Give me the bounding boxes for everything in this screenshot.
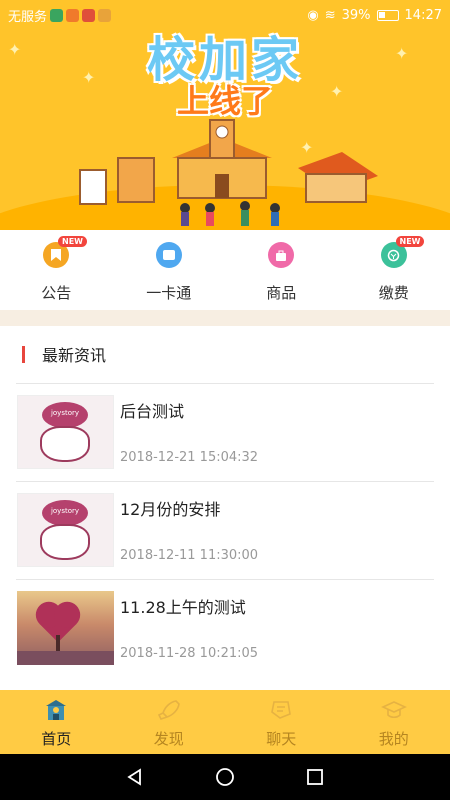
list-item[interactable]: 11.28上午的测试 2018-11-28 10:21:05 — [16, 579, 434, 677]
list-item[interactable]: joystory 12月份的安排 2018-12-11 11:30:00 — [16, 481, 434, 579]
home-icon[interactable] — [215, 767, 235, 787]
bottom-tab-bar: 首页 发现 聊天 我的 — [0, 690, 450, 754]
news-date: 2018-11-28 10:21:05 — [120, 646, 259, 661]
list-item[interactable]: joystory 后台测试 2018-12-21 15:04:32 — [16, 383, 434, 481]
quick-nav-card[interactable]: 一卡通 — [113, 230, 226, 310]
clock: 14:27 — [404, 7, 442, 23]
section-accent-bar — [22, 345, 25, 363]
system-nav-bar — [0, 754, 450, 800]
tab-label: 发现 — [153, 730, 184, 748]
shield-icon — [50, 8, 64, 22]
shopping-bag-icon — [268, 242, 295, 268]
tab-chat[interactable]: 聊天 — [225, 690, 338, 754]
quick-nav: NEW 公告 一卡通 商品 NEW 缴费 — [0, 230, 450, 310]
quick-nav-payment[interactable]: NEW 缴费 — [338, 230, 450, 310]
news-title: 12月份的安排 — [120, 500, 221, 519]
news-section-title: 最新资讯 — [42, 346, 107, 365]
back-icon[interactable] — [125, 767, 145, 787]
app-notification-icon — [82, 8, 96, 22]
graduation-cap-icon — [380, 701, 407, 719]
news-date: 2018-12-21 15:04:32 — [120, 450, 259, 465]
thumbnail-logo-text: joystory — [50, 409, 80, 417]
quick-nav-announcement[interactable]: NEW 公告 — [0, 230, 113, 310]
tab-label: 我的 — [378, 730, 409, 748]
status-bar: 无服务 ◉ ≋ 39% 14:27 — [0, 0, 450, 30]
carrier-text: 无服务 — [8, 9, 48, 25]
tab-profile[interactable]: 我的 — [338, 690, 450, 754]
rocket-icon — [157, 700, 180, 720]
battery-percent: 39% — [341, 7, 371, 23]
app-notification-icon — [98, 8, 112, 22]
chat-icon — [271, 701, 292, 719]
news-date: 2018-12-11 11:30:00 — [120, 548, 259, 563]
banner[interactable]: ✦ ✦ ✦ ✦ ✦ 校加家 上线了 无服务 ◉ ≋ 39% 14:27 — [0, 0, 450, 230]
thumbnail-logo-text: joystory — [50, 507, 80, 515]
news-list: joystory 后台测试 2018-12-21 15:04:32 joysto… — [16, 383, 434, 677]
tab-label: 首页 — [41, 730, 72, 748]
tab-label: 聊天 — [266, 730, 297, 748]
battery-icon — [376, 9, 399, 21]
quick-nav-label: 一卡通 — [146, 284, 192, 302]
new-badge: NEW — [395, 236, 425, 247]
wifi-icon: ≋ — [324, 7, 336, 23]
news-thumbnail: joystory — [17, 395, 114, 469]
eye-icon: ◉ — [307, 7, 319, 23]
section-divider — [0, 310, 450, 326]
school-icon — [46, 700, 67, 720]
news-thumbnail — [17, 591, 114, 665]
quick-nav-label: 商品 — [266, 284, 297, 302]
tab-home[interactable]: 首页 — [0, 690, 113, 754]
school-illustration — [79, 119, 378, 226]
quick-nav-products[interactable]: 商品 — [225, 230, 338, 310]
tab-discover[interactable]: 发现 — [113, 690, 226, 754]
app-notification-icon — [66, 8, 80, 22]
news-title: 后台测试 — [120, 402, 185, 421]
news-title: 11.28上午的测试 — [120, 598, 246, 617]
new-badge: NEW — [58, 236, 87, 247]
news-thumbnail: joystory — [17, 493, 114, 567]
quick-nav-label: 公告 — [41, 284, 72, 302]
quick-nav-label: 缴费 — [378, 284, 409, 302]
news-section-header: 最新资讯 — [22, 342, 106, 366]
card-icon — [155, 242, 182, 268]
recents-icon[interactable] — [305, 767, 325, 787]
